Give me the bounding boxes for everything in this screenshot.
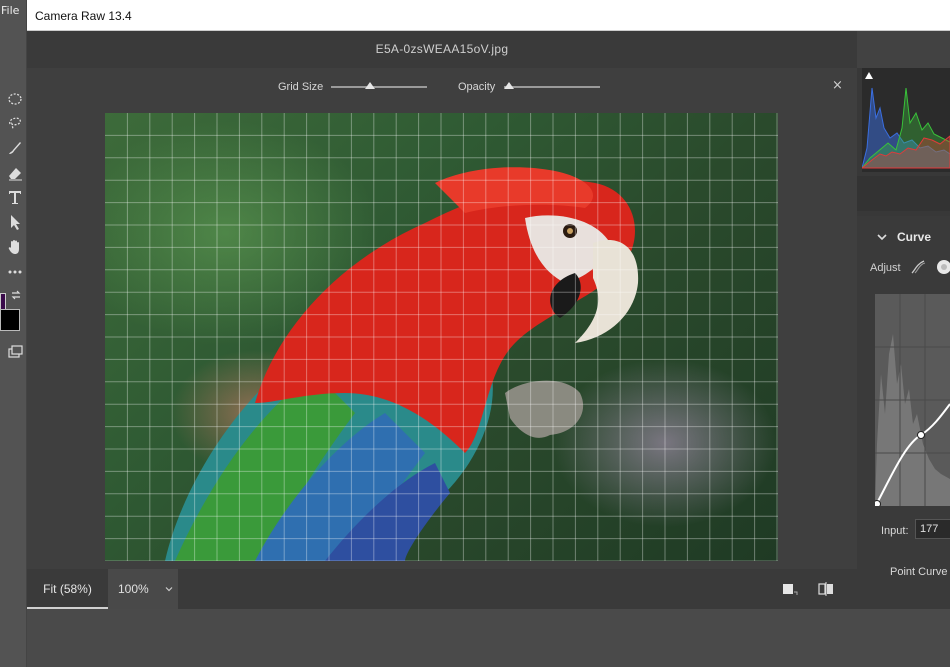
right-panel: Curve Adjust Input: 177 Point Curve bbox=[857, 68, 950, 609]
opacity-label: Opacity bbox=[458, 81, 496, 93]
parrot-image bbox=[105, 113, 778, 561]
curve-section-title[interactable]: Curve bbox=[897, 230, 931, 244]
eraser-icon[interactable] bbox=[6, 164, 24, 182]
grid-overlay-toolbar: Grid Size Opacity × bbox=[27, 68, 857, 106]
opacity-slider-thumb[interactable] bbox=[504, 82, 514, 89]
cycle-view-icon[interactable] bbox=[781, 581, 799, 597]
zoom-toolbar: Fit (58%) 100% bbox=[27, 569, 857, 609]
input-label: Input: bbox=[881, 525, 909, 537]
lasso-icon[interactable] bbox=[6, 114, 24, 132]
curve-input-field[interactable] bbox=[915, 519, 950, 539]
photo-preview bbox=[105, 113, 778, 561]
more-icon[interactable] bbox=[6, 263, 24, 281]
window-title: Camera Raw 13.4 bbox=[35, 9, 132, 23]
point-curve-tab[interactable]: Point Curve bbox=[890, 566, 947, 578]
histogram-graph bbox=[862, 87, 950, 169]
title-bar[interactable]: Camera Raw 13.4 bbox=[27, 0, 950, 31]
swap-icon[interactable] bbox=[10, 289, 22, 301]
zoom-fit-button[interactable]: Fit (58%) bbox=[27, 569, 108, 609]
camera-raw-window: Camera Raw 13.4 E5A-0zsWEAA15oV.jpg Grid… bbox=[27, 0, 950, 667]
chevron-down-icon[interactable] bbox=[877, 234, 887, 241]
point-curve-icon[interactable] bbox=[935, 258, 950, 276]
file-name: E5A-0zsWEAA15oV.jpg bbox=[375, 42, 509, 56]
panel-divider bbox=[857, 176, 950, 211]
grid-size-label: Grid Size bbox=[278, 81, 324, 93]
file-name-bar: E5A-0zsWEAA15oV.jpg bbox=[27, 31, 857, 68]
opacity-slider[interactable] bbox=[504, 82, 600, 89]
zoom-100-label: 100% bbox=[118, 582, 149, 596]
brush-icon[interactable] bbox=[6, 139, 24, 157]
parametric-curve-icon[interactable] bbox=[909, 258, 927, 276]
host-toolbar: File bbox=[0, 0, 27, 667]
image-canvas[interactable] bbox=[27, 106, 857, 569]
type-icon[interactable] bbox=[6, 188, 24, 206]
close-icon[interactable]: × bbox=[832, 78, 843, 93]
hand-icon[interactable] bbox=[6, 238, 24, 256]
histogram bbox=[862, 68, 950, 172]
curve-section: Curve Adjust Input: 177 Point Curve bbox=[857, 216, 950, 609]
menu-file[interactable]: File bbox=[0, 4, 27, 17]
adjust-label: Adjust bbox=[870, 262, 901, 274]
chevron-down-icon[interactable] bbox=[165, 585, 173, 593]
screen-mode-icon[interactable] bbox=[6, 343, 24, 361]
pointer-icon[interactable] bbox=[6, 213, 24, 231]
ellipse-marquee-icon[interactable] bbox=[6, 90, 24, 108]
background-color-swatch[interactable] bbox=[0, 309, 20, 331]
tone-curve-graph[interactable] bbox=[875, 294, 950, 506]
grid-size-slider-thumb[interactable] bbox=[365, 82, 376, 89]
bottom-bar bbox=[27, 609, 950, 667]
before-after-icon[interactable] bbox=[817, 581, 835, 597]
grid-size-slider[interactable] bbox=[331, 82, 427, 89]
